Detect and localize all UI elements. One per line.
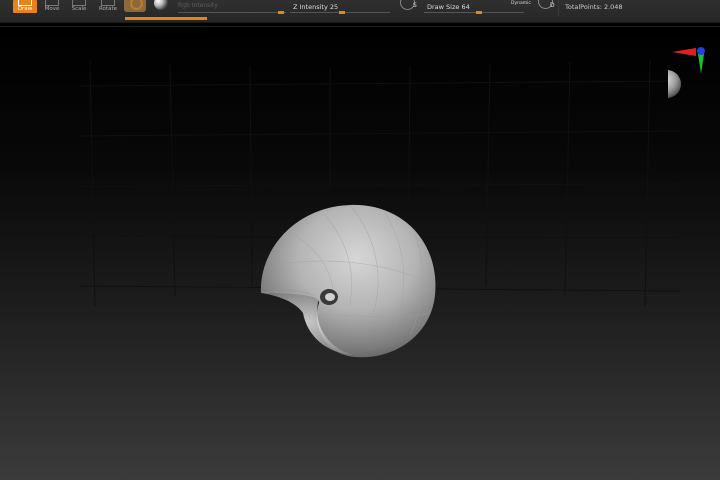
- nautilus-shell-mesh[interactable]: [255, 195, 445, 365]
- draw-tool-button[interactable]: Draw: [13, 0, 37, 13]
- gizmo-head: [668, 70, 681, 98]
- draw-size-slider[interactable]: [424, 11, 524, 14]
- z-intensity-label: Z Intensity: [293, 3, 328, 11]
- move-tool-label: Move: [44, 6, 60, 12]
- z-intensity-readout: Z Intensity 25: [293, 3, 338, 11]
- material-icon: [130, 0, 143, 10]
- z-intensity-value: 25: [329, 3, 339, 11]
- symmetry-letter: S: [413, 2, 417, 9]
- material-button[interactable]: [124, 0, 146, 12]
- dynamic-label[interactable]: Dynamic: [511, 1, 531, 6]
- orientation-gizmo-icon[interactable]: [668, 40, 712, 106]
- active-material-indicator: [125, 17, 207, 20]
- top-toolbar: Draw Move Scale Rotate Rgb Intensity Z I…: [0, 0, 720, 23]
- z-intensity-slider[interactable]: [290, 11, 390, 14]
- move-tool-button[interactable]: Move: [40, 0, 64, 13]
- gizmo-y-axis: [698, 54, 704, 74]
- gizmo-z-axis: [697, 47, 705, 55]
- matcap-icon[interactable]: [154, 0, 168, 10]
- scale-tool-label: Scale: [71, 6, 87, 12]
- gizmo-x-axis: [672, 48, 696, 56]
- draw-tool-label: Draw: [17, 6, 33, 12]
- rgb-intensity-slider[interactable]: [178, 11, 286, 14]
- rgb-intensity-label: Rgb Intensity: [178, 2, 218, 9]
- toolbar-divider: [558, 0, 559, 16]
- draw-size-slider-handle[interactable]: [476, 11, 482, 14]
- rgb-intensity-slider-handle[interactable]: [278, 11, 284, 14]
- draw-size-readout: Draw Size 64: [427, 3, 470, 11]
- rotate-tool-label: Rotate: [98, 6, 117, 12]
- total-points-readout: TotalPoints: 2.048: [565, 3, 623, 11]
- dynamic-letter: D: [550, 2, 555, 9]
- draw-size-label: Draw Size: [427, 3, 460, 11]
- z-intensity-slider-handle[interactable]: [339, 11, 345, 14]
- rotate-tool-button[interactable]: Rotate: [95, 0, 121, 13]
- draw-size-value: 64: [461, 3, 470, 11]
- scale-tool-button[interactable]: Scale: [68, 0, 90, 13]
